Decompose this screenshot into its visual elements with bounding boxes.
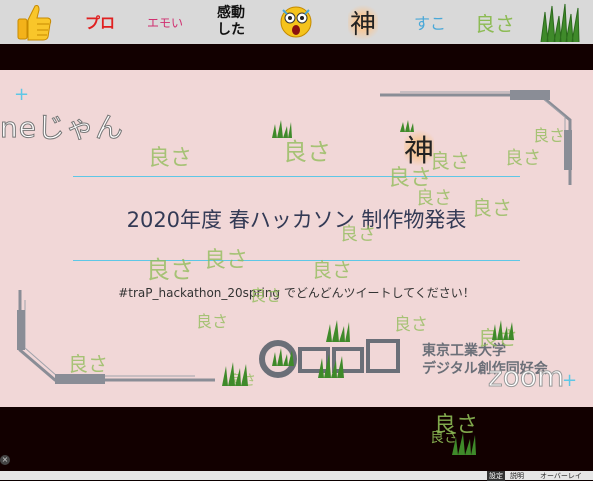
flowing-grass-icon: [452, 433, 476, 455]
reaction-kandou-button[interactable]: 感動 した: [207, 0, 255, 44]
zoom-watermark: zoom: [487, 360, 565, 394]
flowing-yoisa: 良さ: [148, 146, 193, 171]
reaction-grass-button[interactable]: [538, 0, 582, 44]
flowing-yoisa: 良さ: [472, 196, 512, 220]
flowing-yoisa: 良さ: [250, 286, 283, 305]
stage-bottom-band: 良さ 良さ ×: [0, 407, 593, 471]
title-rule-bottom: [73, 260, 520, 261]
reaction-thumbs-up-button[interactable]: [12, 0, 56, 44]
reaction-kami-button[interactable]: 神: [343, 0, 383, 44]
flowing-grass-icon: [326, 320, 350, 342]
flowing-yoisa: 良さ: [533, 126, 566, 145]
plus-mark-icon: +: [14, 84, 30, 105]
plus-mark-icon: +: [562, 370, 578, 391]
flowing-comment: neじゃん: [0, 111, 124, 145]
close-icon[interactable]: ×: [0, 455, 10, 465]
title-rule-top: [73, 176, 520, 177]
reaction-emoi-button[interactable]: エモい: [140, 0, 190, 44]
flowing-yoisa: 良さ: [505, 148, 541, 169]
reaction-kami-label: 神: [347, 1, 378, 43]
flowing-yoisa: 良さ: [312, 258, 352, 282]
flowing-grass-icon: [400, 120, 414, 132]
reaction-shocked-button[interactable]: [276, 0, 316, 44]
thumbs-up-icon: [17, 5, 52, 41]
flowing-yoisa: 良さ: [196, 312, 229, 331]
reaction-yoisa-button[interactable]: 良さ: [470, 0, 520, 44]
flowing-yoisa: 良さ: [68, 352, 108, 376]
flowing-grass-icon: [272, 348, 294, 366]
flowing-grass-icon: [492, 320, 514, 340]
flowing-grass-icon: [272, 120, 292, 138]
slide-hashtag: #traP_hackathon_20spring でどんどんツイートしてください…: [118, 286, 475, 300]
stage-top-band: [0, 44, 593, 70]
frame-corner-bottom-left: [17, 290, 215, 384]
shocked-face-icon: [280, 6, 312, 38]
flowing-yoisa: 良さ: [394, 315, 428, 335]
flowing-yoisa: 良さ: [340, 224, 376, 245]
flowing-yoisa: 良さ: [430, 149, 470, 173]
flowing-grass-icon: [318, 354, 344, 378]
status-bar: 設定 説明 オーバーレイ: [0, 471, 593, 481]
reaction-toolbar: プロ エモい 感動 した 神 すこ 良さ: [0, 0, 593, 44]
flowing-yoisa: 良さ: [204, 248, 249, 273]
reaction-suko-button[interactable]: すこ: [408, 0, 452, 44]
reaction-pro-button[interactable]: プロ: [78, 0, 122, 44]
presentation-slide: + + 2020年度 春ハッカソン 制作物発表 #traP_hackathon_…: [0, 70, 593, 407]
flowing-grass-icon: [222, 362, 248, 386]
flowing-yoisa: 良さ: [416, 188, 452, 209]
grass-icon: [540, 3, 580, 42]
flowing-yoisa: 良さ: [146, 256, 194, 284]
